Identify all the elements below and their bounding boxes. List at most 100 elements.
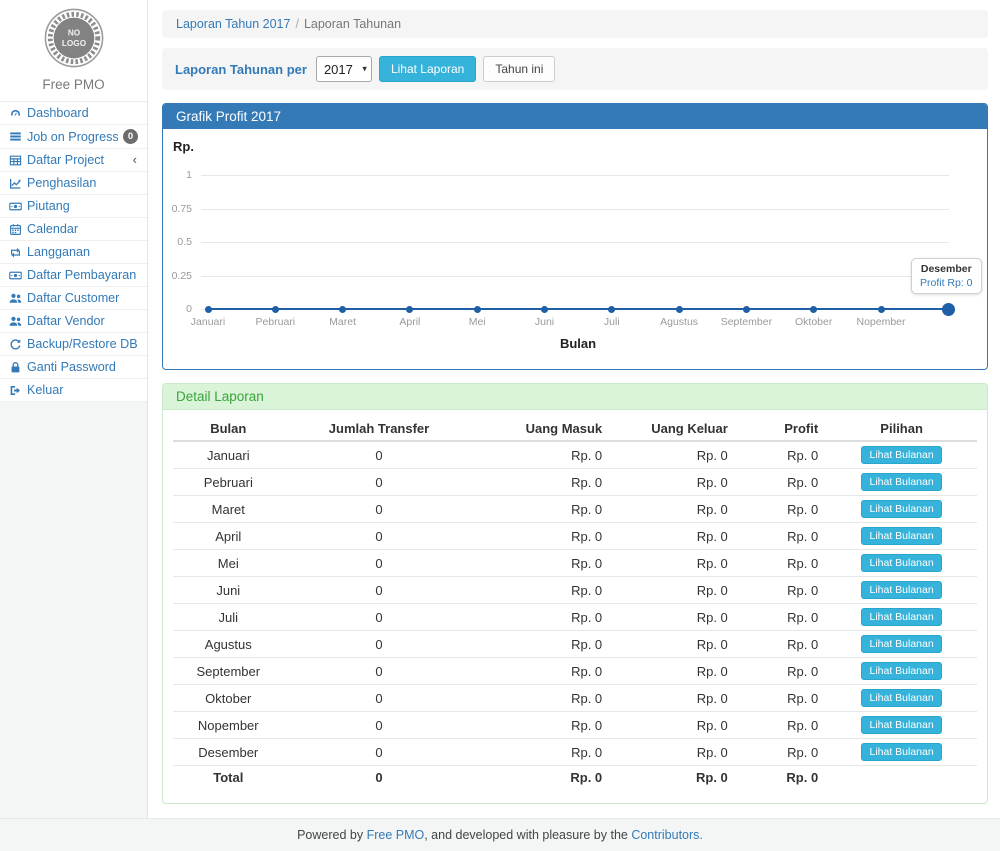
data-point-april[interactable] [406, 306, 413, 313]
chart-gridline [201, 209, 949, 210]
data-point-juni[interactable] [541, 306, 548, 313]
sidebar-item-label: Job on Progress [27, 130, 118, 144]
data-point-oktober[interactable] [810, 306, 817, 313]
sidebar-item-dashboard[interactable]: Dashboard [0, 102, 147, 125]
cell-pilihan: Lihat Bulanan [826, 577, 977, 604]
lihat-bulanan-button[interactable]: Lihat Bulanan [861, 446, 941, 464]
lihat-bulanan-button[interactable]: Lihat Bulanan [861, 662, 941, 680]
sidebar-item-langganan[interactable]: Langganan [0, 241, 147, 264]
cell-uang-masuk: Rp. 0 [474, 712, 610, 739]
cell-bulan: Desember [173, 739, 284, 766]
y-tick-label: 1 [163, 169, 192, 181]
sidebar-item-label: Daftar Pembayaran [27, 268, 141, 282]
lihat-bulanan-button[interactable]: Lihat Bulanan [861, 689, 941, 707]
sidebar-item-daftar-vendor[interactable]: Daftar Vendor [0, 310, 147, 333]
table-row-pebruari: Pebruari0Rp. 0Rp. 0Rp. 0Lihat Bulanan [173, 469, 977, 496]
filter-label: Laporan Tahunan per [175, 62, 307, 77]
sidebar-item-ganti-password[interactable]: Ganti Password [0, 356, 147, 379]
sidebar-item-label: Piutang [27, 199, 141, 213]
sidebar-item-backup-restore-db[interactable]: Backup/Restore DB [0, 333, 147, 356]
lihat-bulanan-button[interactable]: Lihat Bulanan [861, 473, 941, 491]
data-point-agustus[interactable] [676, 306, 683, 313]
year-select-wrap: 2017 ▾ [316, 56, 372, 82]
data-point-desember[interactable] [942, 303, 955, 316]
chart-gridline [201, 276, 949, 277]
total-jumlah-transfer: 0 [284, 766, 475, 790]
profit-chart-panel: Grafik Profit 2017 Rp. Bulan Desember Pr… [162, 103, 988, 370]
line-chart-icon [8, 177, 22, 190]
data-point-juli[interactable] [608, 306, 615, 313]
cell-uang-masuk: Rp. 0 [474, 685, 610, 712]
x-tick-label: Januari [174, 316, 242, 328]
sidebar-item-keluar[interactable]: Keluar [0, 379, 147, 402]
cell-uang-masuk: Rp. 0 [474, 631, 610, 658]
sidebar-item-job-on-progress[interactable]: Job on Progress0 [0, 125, 147, 149]
year-select[interactable]: 2017 [316, 56, 372, 82]
footer-link-contributors[interactable]: Contributors. [631, 828, 703, 842]
table-icon [8, 154, 22, 167]
cell-jumlah-transfer: 0 [284, 469, 475, 496]
sidebar-item-label: Daftar Project [27, 153, 128, 167]
cell-uang-masuk: Rp. 0 [474, 523, 610, 550]
sidebar-item-calendar[interactable]: Calendar [0, 218, 147, 241]
cell-profit: Rp. 0 [736, 469, 826, 496]
lihat-bulanan-button[interactable]: Lihat Bulanan [861, 716, 941, 734]
cell-profit: Rp. 0 [736, 550, 826, 577]
sidebar-item-penghasilan[interactable]: Penghasilan [0, 172, 147, 195]
cell-bulan: Oktober [173, 685, 284, 712]
data-point-maret[interactable] [339, 306, 346, 313]
chart-tooltip-title: Desember [920, 263, 973, 275]
total-uang-masuk: Rp. 0 [474, 766, 610, 790]
cell-bulan: April [173, 523, 284, 550]
footer-link-freepmo[interactable]: Free PMO [367, 828, 425, 842]
no-logo-image: NO LOGO [43, 7, 105, 69]
data-point-nopember[interactable] [878, 306, 885, 313]
sidebar-item-daftar-customer[interactable]: Daftar Customer [0, 287, 147, 310]
cell-bulan: September [173, 658, 284, 685]
cell-profit: Rp. 0 [736, 631, 826, 658]
column-header-bulan: Bulan [173, 417, 284, 441]
tahun-ini-button[interactable]: Tahun ini [483, 56, 555, 82]
lihat-bulanan-button[interactable]: Lihat Bulanan [861, 527, 941, 545]
data-point-september[interactable] [743, 306, 750, 313]
x-tick-label: Maret [309, 316, 377, 328]
lihat-bulanan-button[interactable]: Lihat Bulanan [861, 500, 941, 518]
lihat-bulanan-button[interactable]: Lihat Bulanan [861, 554, 941, 572]
app-logo[interactable]: NO LOGO [0, 7, 147, 72]
cell-jumlah-transfer: 0 [284, 604, 475, 631]
data-point-pebruari[interactable] [272, 306, 279, 313]
lock-icon [8, 361, 22, 374]
sidebar-item-piutang[interactable]: Piutang [0, 195, 147, 218]
column-header-jumlah-transfer: Jumlah Transfer [284, 417, 475, 441]
lihat-laporan-button[interactable]: Lihat Laporan [379, 56, 476, 82]
cell-uang-masuk: Rp. 0 [474, 577, 610, 604]
data-point-mei[interactable] [474, 306, 481, 313]
cell-pilihan: Lihat Bulanan [826, 604, 977, 631]
y-tick-label: 0 [163, 303, 192, 315]
total-profit: Rp. 0 [736, 766, 826, 790]
sidebar-item-label: Keluar [27, 383, 141, 397]
table-row-oktober: Oktober0Rp. 0Rp. 0Rp. 0Lihat Bulanan [173, 685, 977, 712]
sidebar-item-daftar-project[interactable]: Daftar Project ‹ [0, 149, 147, 172]
breadcrumb-link[interactable]: Laporan Tahun 2017 [176, 17, 290, 31]
sidebar-item-daftar-pembayaran[interactable]: Daftar Pembayaran [0, 264, 147, 287]
chart-tooltip: Desember Profit Rp: 0 [911, 258, 982, 294]
y-axis-title: Rp. [173, 139, 194, 154]
lihat-bulanan-button[interactable]: Lihat Bulanan [861, 608, 941, 626]
chevron-left-icon: ‹ [133, 154, 141, 166]
cell-pilihan: Lihat Bulanan [826, 496, 977, 523]
sidebar-item-label: Penghasilan [27, 176, 141, 190]
cell-bulan: Juni [173, 577, 284, 604]
lihat-bulanan-button[interactable]: Lihat Bulanan [861, 581, 941, 599]
x-axis-title: Bulan [546, 336, 610, 351]
cell-uang-masuk: Rp. 0 [474, 604, 610, 631]
lihat-bulanan-button[interactable]: Lihat Bulanan [861, 635, 941, 653]
cell-uang-masuk: Rp. 0 [474, 658, 610, 685]
data-point-januari[interactable] [205, 306, 212, 313]
cell-uang-keluar: Rp. 0 [610, 739, 736, 766]
column-header-uang-masuk: Uang Masuk [474, 417, 610, 441]
brand-name: Free PMO [0, 72, 147, 101]
table-row-april: April0Rp. 0Rp. 0Rp. 0Lihat Bulanan [173, 523, 977, 550]
lihat-bulanan-button[interactable]: Lihat Bulanan [861, 743, 941, 761]
cell-bulan: Agustus [173, 631, 284, 658]
